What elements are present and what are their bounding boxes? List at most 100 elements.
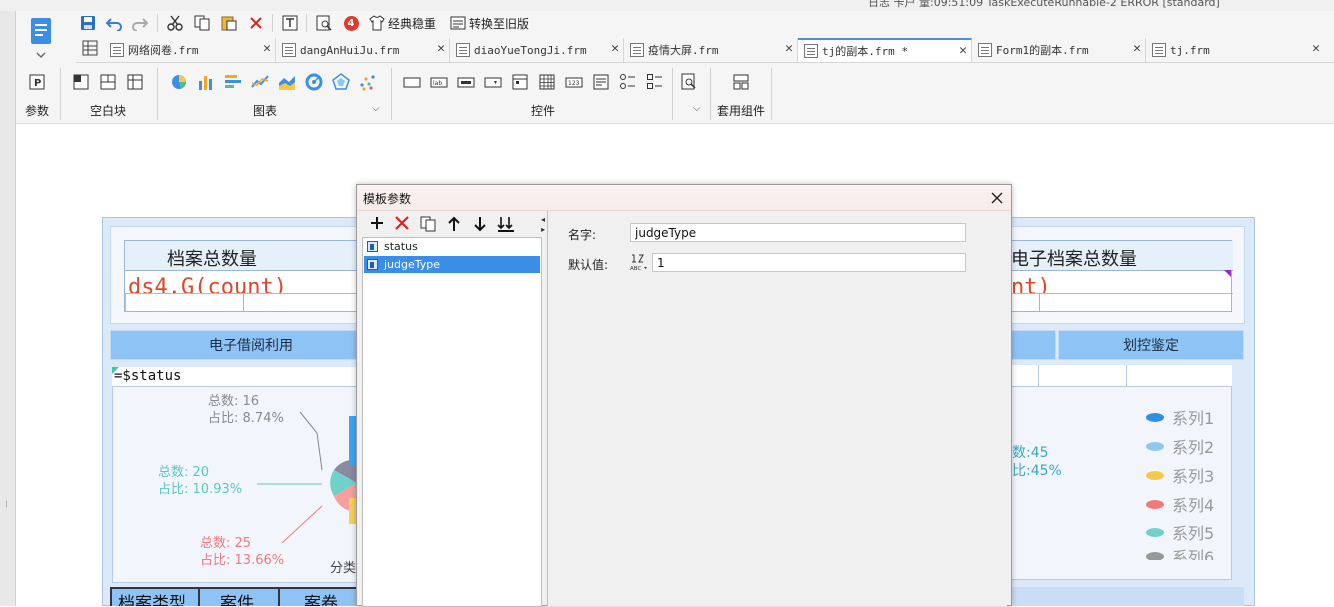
bar-chart-button[interactable] [197, 73, 215, 94]
table-header-cell: 案卷 [304, 594, 338, 606]
template-component-button[interactable] [732, 73, 750, 94]
close-icon[interactable]: ✕ [1133, 41, 1141, 56]
date-widget-button[interactable] [511, 73, 529, 94]
checkbox-group-widget-button[interactable] [646, 73, 664, 94]
badge-count: 4 [343, 15, 359, 31]
blank-block-3-button[interactable] [127, 74, 143, 93]
dialog-close-button[interactable] [987, 188, 1007, 208]
param-move-bottom-button[interactable] [497, 216, 517, 234]
delete-x-icon [395, 216, 409, 230]
close-icon[interactable]: ✕ [785, 41, 793, 56]
bottom-right-band [1010, 587, 1244, 606]
cell-divider [125, 293, 126, 312]
svg-text:lab: lab [433, 80, 442, 87]
line-chart-button[interactable] [251, 73, 269, 94]
pie-label-1: 总数: 16 占比: 8.74% [208, 393, 284, 427]
param-icon [367, 241, 378, 252]
tab-label: tj的副本.frm * [822, 45, 908, 58]
close-icon[interactable]: ✕ [959, 43, 967, 58]
close-icon[interactable]: ✕ [437, 41, 445, 56]
gauge-chart-button[interactable] [305, 73, 323, 94]
close-icon[interactable]: ✕ [263, 41, 271, 56]
label-widget-button[interactable]: lab [430, 73, 448, 94]
band-middle [1010, 330, 1056, 360]
widget-group-expand-icon[interactable]: ⌵ [693, 103, 701, 114]
tab-form1-copy[interactable]: Form1的副本.frm ✕ [972, 38, 1146, 62]
legend-swatch [1146, 552, 1164, 560]
number-widget-button[interactable]: 123 [565, 73, 583, 94]
scatter-icon [360, 75, 375, 91]
status-formula-text: =$status [114, 368, 182, 384]
save-button[interactable] [78, 13, 98, 33]
undo-button[interactable] [104, 13, 124, 33]
dialog-title-bar[interactable]: 模板参数 [357, 185, 1011, 211]
format-brush-button[interactable] [280, 13, 300, 33]
tab-danganhuiju[interactable]: dangAnHuiJu.frm ✕ [276, 38, 450, 62]
legend-label: 系列3 [1172, 467, 1215, 486]
arrow-down-icon [474, 217, 486, 232]
radar-icon [332, 73, 350, 90]
pie-label-value: 16 [242, 394, 260, 409]
param-add-button[interactable] [370, 216, 386, 234]
classic-theme-button[interactable]: 经典稳重 [369, 13, 441, 33]
textbox-widget-button[interactable] [403, 73, 421, 94]
scatter-chart-button[interactable] [359, 73, 377, 94]
legend-item: 系列4 [1146, 492, 1214, 516]
tab-diaoyuetongji[interactable]: diaoYueTongJi.frm ✕ [450, 38, 624, 62]
param-move-down-button[interactable] [473, 216, 489, 234]
tab-tj-copy-active[interactable]: tj的副本.frm * ✕ [798, 38, 972, 62]
cell-divider [1039, 293, 1040, 312]
blank-block-1-button[interactable] [73, 74, 89, 93]
radar-chart-button[interactable] [332, 73, 350, 94]
blank-block-icon [73, 74, 89, 90]
app-menu-button[interactable] [28, 16, 56, 60]
param-list-item-judgetype[interactable]: judgeType [364, 256, 540, 273]
close-icon[interactable]: ✕ [1312, 41, 1320, 56]
search-widget-button[interactable] [680, 73, 698, 94]
close-icon[interactable]: ✕ [611, 41, 619, 56]
pie-chart-button[interactable] [170, 73, 188, 94]
tab-grid-button[interactable] [82, 40, 100, 58]
button-widget-button[interactable] [457, 73, 475, 94]
param-move-up-button[interactable] [447, 216, 463, 234]
file-icon [978, 43, 992, 57]
log-text: 日志 卡户 量:09:51:09 TaskExecuteRunnable-2 E… [868, 0, 1220, 9]
default-type-selector[interactable]: ABC [629, 253, 649, 273]
top-right-table: 电子档案总数量 nt) [1010, 240, 1233, 312]
textarea-widget-button[interactable] [592, 73, 610, 94]
tab-yiqing-daping[interactable]: 疫情大屏.frm ✕ [624, 38, 798, 62]
name-field-label: 名字: [568, 228, 597, 242]
pie-label-key: 占比: [200, 553, 231, 568]
notification-badge[interactable]: 4 [341, 13, 361, 33]
param-list-item-status[interactable]: status [364, 238, 540, 255]
cell-divider [1038, 365, 1039, 387]
splitter-arrow-icon[interactable]: ▸ [541, 225, 545, 234]
left-panel-divider[interactable]: ⁞ [5, 500, 11, 514]
param-copy-button[interactable] [420, 216, 436, 234]
splitter-arrow-icon[interactable]: ◂ [541, 215, 545, 224]
combobox-widget-button[interactable] [484, 73, 502, 94]
default-value-input[interactable] [652, 253, 966, 272]
group-label-params: 参数 [24, 104, 49, 118]
tab-wangluo-yuejuan[interactable]: 网络阅卷.frm ✕ [104, 38, 276, 62]
copy-button[interactable] [192, 13, 212, 33]
radio-group-widget-button[interactable] [619, 73, 637, 94]
tab-tj[interactable]: tj.frm ✕ [1146, 38, 1324, 62]
horizontal-bar-chart-button[interactable] [224, 73, 242, 94]
param-delete-button[interactable] [395, 216, 411, 234]
redo-button[interactable] [130, 13, 150, 33]
cut-button[interactable] [165, 13, 185, 33]
legend-label: 系列4 [1172, 496, 1215, 515]
name-input[interactable] [630, 223, 966, 242]
area-chart-button[interactable] [278, 73, 296, 94]
convert-legacy-button[interactable]: 转换至旧版 [450, 13, 534, 33]
table-widget-button[interactable] [538, 73, 556, 94]
param-name: judgeType [384, 258, 441, 271]
chart-group-expand-icon[interactable]: ⌵ [372, 103, 380, 114]
param-name: status [384, 240, 418, 253]
blank-block-2-button[interactable] [100, 74, 116, 93]
delete-button[interactable] [246, 13, 266, 33]
paste-button[interactable] [219, 13, 239, 33]
preview-button[interactable] [314, 13, 334, 33]
param-button[interactable]: P [29, 74, 45, 93]
